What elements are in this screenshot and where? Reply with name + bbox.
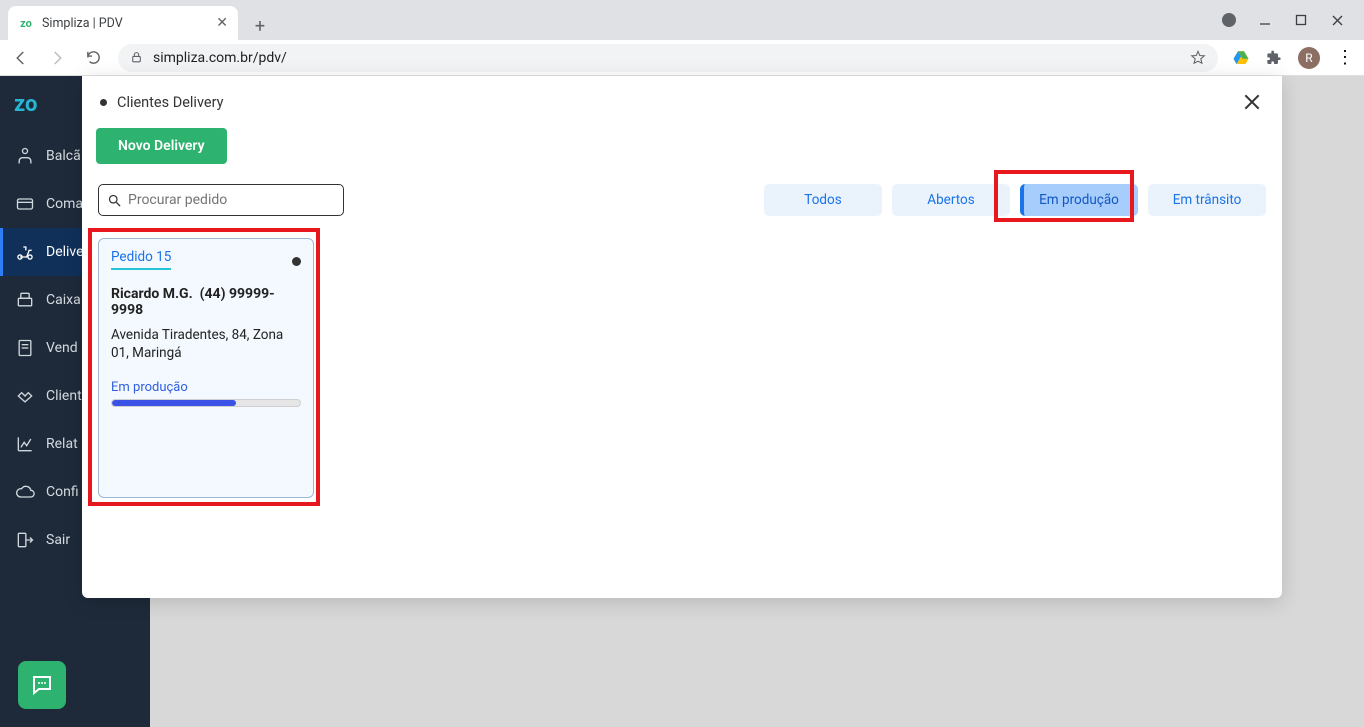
drive-icon[interactable] — [1232, 49, 1250, 67]
close-icon — [1242, 92, 1262, 112]
sidebar-item-label: Vend — [46, 340, 78, 356]
star-icon[interactable] — [1190, 50, 1206, 66]
register-icon — [14, 289, 36, 311]
sidebar-item-label: Balcã — [46, 148, 81, 164]
order-address: Avenida Tiradentes, 84, Zona 01, Maringá — [111, 326, 301, 362]
order-card[interactable]: Pedido 15 Ricardo M.G. (44) 99999-9998 A… — [98, 238, 314, 498]
search-box[interactable] — [98, 184, 344, 216]
filter-em-producao[interactable]: Em produção — [1020, 184, 1138, 216]
sidebar-item-label: Sair — [46, 532, 70, 548]
order-status-label: Em produção — [111, 380, 301, 395]
card-icon — [14, 193, 36, 215]
chat-fab[interactable] — [18, 661, 66, 709]
profile-avatar[interactable]: R — [1298, 47, 1320, 69]
favicon-icon: zo — [18, 15, 34, 31]
filter-group: Todos Abertos Em produção Em trânsito — [764, 184, 1266, 216]
browser-tabbar: zo Simpliza | PDV ✕ + — [0, 0, 1364, 40]
chart-icon — [14, 433, 36, 455]
browser-address-bar: simpliza.com.br/pdv/ R ⋮ — [0, 40, 1364, 76]
back-icon[interactable] — [10, 47, 32, 69]
sidebar-item-label: Delive — [46, 244, 84, 260]
lock-icon — [130, 51, 143, 64]
order-customer: Ricardo M.G. (44) 99999-9998 — [111, 286, 301, 318]
bullet-icon — [100, 99, 107, 106]
receipt-icon — [14, 337, 36, 359]
filter-em-transito[interactable]: Em trânsito — [1148, 184, 1266, 216]
window-close-icon[interactable] — [1330, 13, 1344, 27]
scooter-icon — [14, 241, 36, 263]
exit-icon — [14, 529, 36, 551]
delivery-modal: Clientes Delivery Novo Delivery Todos Ab… — [82, 76, 1282, 598]
extension-icons: R ⋮ — [1232, 47, 1354, 69]
sidebar-item-label: Coma — [46, 196, 83, 212]
filter-todos[interactable]: Todos — [764, 184, 882, 216]
maximize-icon[interactable] — [1294, 13, 1308, 27]
status-dot-icon — [292, 257, 301, 266]
browser-tab[interactable]: zo Simpliza | PDV ✕ — [8, 6, 238, 40]
forward-icon — [46, 47, 68, 69]
minimize-icon[interactable] — [1258, 13, 1272, 27]
order-title: Pedido 15 — [111, 249, 171, 270]
menu-kebab-icon[interactable]: ⋮ — [1336, 47, 1354, 68]
filter-abertos[interactable]: Abertos — [892, 184, 1010, 216]
account-dot-icon[interactable] — [1222, 13, 1236, 27]
sidebar-item-label: Confi — [46, 484, 79, 500]
new-tab-button[interactable]: + — [246, 12, 274, 40]
handshake-icon — [14, 385, 36, 407]
cloud-icon — [14, 481, 36, 503]
search-input[interactable] — [128, 192, 335, 208]
counter-icon — [14, 145, 36, 167]
sidebar-item-label: Relat — [46, 436, 78, 452]
extensions-icon[interactable] — [1266, 50, 1282, 66]
order-progress — [111, 399, 301, 407]
sidebar-item-label: Caixa — [46, 292, 81, 308]
tab-close-icon[interactable]: ✕ — [216, 15, 228, 31]
search-icon — [107, 193, 122, 208]
url-text: simpliza.com.br/pdv/ — [153, 50, 287, 66]
novo-delivery-button[interactable]: Novo Delivery — [96, 128, 227, 164]
chat-icon — [30, 673, 54, 697]
order-progress-fill — [112, 400, 236, 406]
tab-title: Simpliza | PDV — [42, 16, 123, 31]
modal-title: Clientes Delivery — [117, 94, 223, 111]
highlight-card: Pedido 15 Ricardo M.G. (44) 99999-9998 A… — [88, 228, 320, 506]
window-controls — [1222, 0, 1364, 40]
modal-close-button[interactable] — [1240, 90, 1264, 114]
address-box[interactable]: simpliza.com.br/pdv/ — [118, 44, 1218, 72]
sidebar-item-label: Client — [46, 388, 82, 404]
app-viewport: zo Balcã Coma Delive Caixa Vend — [0, 76, 1364, 727]
reload-icon[interactable] — [82, 47, 104, 69]
